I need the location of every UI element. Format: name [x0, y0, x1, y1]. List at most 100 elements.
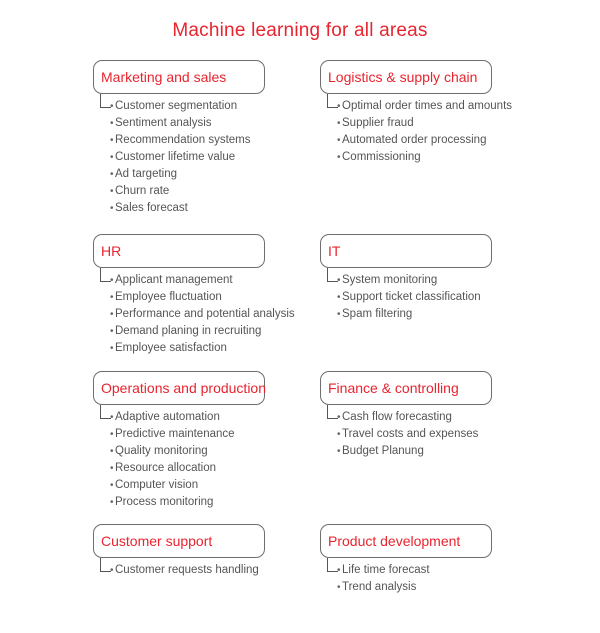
list-item-label: Sentiment analysis [115, 117, 212, 129]
list-item: • Sentiment analysis [93, 115, 323, 132]
area-group: Product development • Life time forecast • T… [320, 524, 550, 596]
list-item-label: Process monitoring [115, 496, 214, 508]
bullet-icon: • [337, 152, 341, 163]
list-item: • Applicant management [93, 272, 323, 289]
list-item-label: Computer vision [115, 479, 199, 491]
bullet-icon: • [110, 203, 114, 214]
list-item-label: Performance and potential analysis [115, 308, 295, 320]
area-heading-box: Finance & controlling [320, 371, 492, 405]
list-item: • Computer vision [93, 477, 323, 494]
list-item-label: Budget Planung [342, 445, 424, 457]
list-item-label: Cash flow forecasting [342, 411, 452, 423]
bullet-icon: • [337, 292, 341, 303]
list-item: • Optimal order times and amounts [320, 98, 550, 115]
list-item: • Performance and potential analysis [93, 306, 323, 323]
list-item: • Customer segmentation [93, 98, 323, 115]
bullet-icon: • [337, 446, 341, 457]
list-item-label: Predictive maintenance [115, 428, 235, 440]
list-item: • Process monitoring [93, 494, 323, 511]
area-group: Marketing and sales • Customer segmentatio… [93, 60, 323, 217]
list-item-label: Automated order processing [342, 134, 487, 146]
bullet-icon: • [110, 118, 114, 129]
list-item: • Travel costs and expenses [320, 426, 550, 443]
area-heading-box: Product development [320, 524, 492, 558]
area-heading-box: HR [93, 234, 265, 268]
bullet-icon: • [110, 292, 114, 303]
bullet-icon: • [110, 169, 114, 180]
list-item-label: Customer lifetime value [115, 151, 236, 163]
list-item-label: Life time forecast [342, 564, 430, 576]
bullet-icon: • [110, 463, 114, 474]
bullet-icon: • [110, 326, 114, 337]
diagram-title: Machine learning for all areas [172, 20, 428, 41]
area-group: Customer support • Customer requests handl… [93, 524, 323, 579]
list-item-label: Optimal order times and amounts [342, 100, 513, 112]
list-item-label: Adaptive automation [115, 411, 220, 423]
list-item-label: Spam filtering [342, 308, 413, 320]
bullet-icon: • [337, 118, 341, 129]
list-item: • Churn rate [93, 183, 323, 200]
list-item-label: Travel costs and expenses [342, 428, 479, 440]
bullet-icon: • [110, 152, 114, 163]
list-item: • Predictive maintenance [93, 426, 323, 443]
area-item-list: • Optimal order times and amounts • Supplie… [320, 94, 550, 166]
bullet-icon: • [337, 275, 341, 286]
area-item-list: • Customer requests handling [93, 558, 323, 579]
area-heading-box: Marketing and sales [93, 60, 265, 94]
bullet-icon: • [337, 429, 341, 440]
bullet-icon: • [337, 412, 341, 423]
area-item-list: • Life time forecast • Trend analysis [320, 558, 550, 596]
bullet-icon: • [337, 101, 341, 112]
bullet-icon: • [110, 497, 114, 508]
bullet-icon: • [110, 412, 114, 423]
area-heading-box: Operations and production [93, 371, 266, 405]
list-item-label: Applicant management [115, 274, 233, 286]
list-item: • Life time forecast [320, 562, 550, 579]
area-item-list: • Adaptive automation • Predictive maintena… [93, 405, 323, 511]
bullet-icon: • [337, 309, 341, 320]
list-item-label: System monitoring [342, 274, 438, 286]
list-item-label: Ad targeting [115, 168, 178, 180]
list-item: • Quality monitoring [93, 443, 323, 460]
bullet-icon: • [110, 480, 114, 491]
area-item-list: • Customer segmentation • Sentiment analysi… [93, 94, 323, 217]
list-item: • Cash flow forecasting [320, 409, 550, 426]
list-item-label: Support ticket classification [342, 291, 481, 303]
list-item-label: Trend analysis [342, 581, 417, 593]
list-item-label: Resource allocation [115, 462, 217, 474]
list-item-label: Customer segmentation [115, 100, 238, 112]
list-item-label: Supplier fraud [342, 117, 414, 129]
list-item-label: Demand planing in recruiting [115, 325, 262, 337]
list-item-label: Sales forecast [115, 202, 188, 214]
area-group: Logistics & supply chain • Optimal order t… [320, 60, 550, 166]
list-item: • Commissioning [320, 149, 550, 166]
area-item-list: • Cash flow forecasting • Travel costs and … [320, 405, 550, 460]
list-item: • Employee satisfaction [93, 340, 323, 357]
list-item: • Spam filtering [320, 306, 550, 323]
list-item-label: Employee fluctuation [115, 291, 222, 303]
bullet-icon: • [110, 309, 114, 320]
list-item: • Supplier fraud [320, 115, 550, 132]
bullet-icon: • [337, 565, 341, 576]
area-heading-box: Customer support [93, 524, 265, 558]
bullet-icon: • [110, 101, 114, 112]
list-item: • Sales forecast [93, 200, 323, 217]
list-item: • Ad targeting [93, 166, 323, 183]
bullet-icon: • [110, 186, 114, 197]
list-item: • Resource allocation [93, 460, 323, 477]
list-item-label: Quality monitoring [115, 445, 208, 457]
list-item: • Recommendation systems [93, 132, 323, 149]
area-group: Finance & controlling • Cash flow forecast… [320, 371, 550, 460]
list-item: • Budget Planung [320, 443, 550, 460]
bullet-icon: • [337, 135, 341, 146]
bullet-icon: • [110, 565, 114, 576]
bullet-icon: • [110, 135, 114, 146]
area-group: IT • System monitoring • Support ticket clas… [320, 234, 550, 323]
bullet-icon: • [110, 446, 114, 457]
area-heading-box: IT [320, 234, 492, 268]
list-item-label: Churn rate [115, 185, 170, 197]
list-item: • Customer lifetime value [93, 149, 323, 166]
area-item-list: • Applicant management • Employee fluctuati… [93, 268, 323, 357]
list-item-label: Customer requests handling [115, 564, 259, 576]
area-group: Operations and production • Adaptive autom… [93, 371, 323, 511]
